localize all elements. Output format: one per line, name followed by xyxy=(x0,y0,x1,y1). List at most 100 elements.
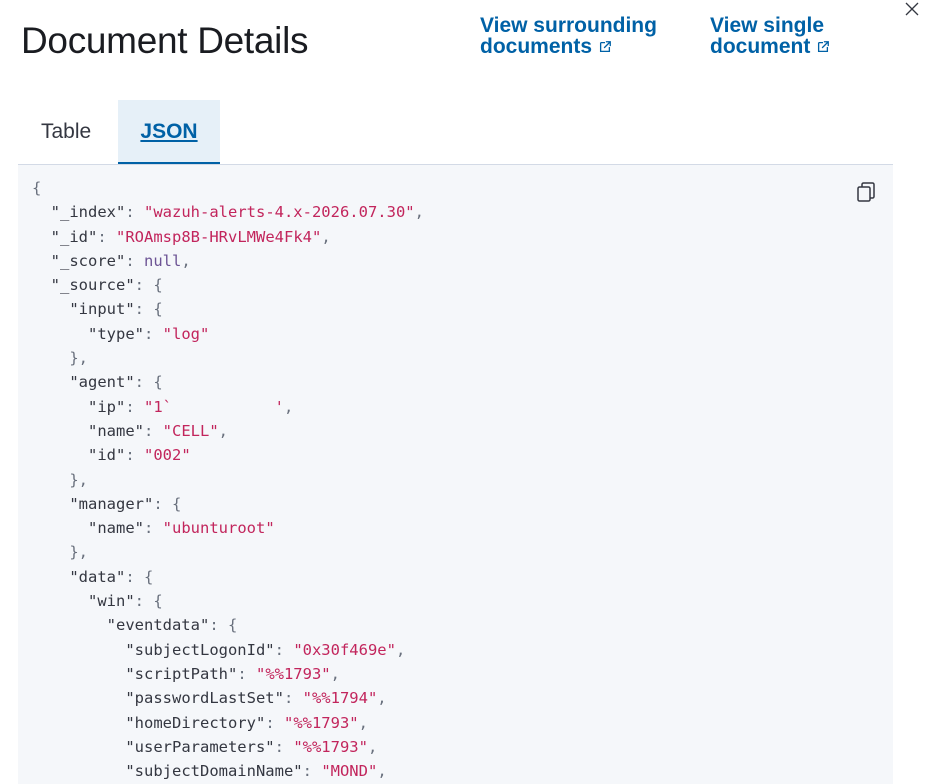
json-token-string: "MOND" xyxy=(321,762,378,781)
json-token-punct: }, xyxy=(69,470,88,489)
json-code-line: "manager": { xyxy=(32,492,424,516)
json-token-key: "win" xyxy=(88,592,135,611)
json-token-punct: : { xyxy=(134,373,163,392)
json-token-punct: , xyxy=(330,664,340,683)
json-code-line: }, xyxy=(32,468,424,492)
json-code-line: }, xyxy=(32,540,424,564)
json-token-punct: : xyxy=(125,203,144,222)
json-token-punct: : { xyxy=(153,494,182,513)
copy-icon[interactable] xyxy=(855,181,877,203)
json-token-punct: , xyxy=(377,689,387,708)
json-token-string: "%%1794" xyxy=(302,689,378,708)
link-label-line-2-text: document xyxy=(710,35,811,58)
json-token-string: "002" xyxy=(144,446,191,465)
json-token-key: "data" xyxy=(69,567,126,586)
link-label-line-2: document xyxy=(710,36,830,57)
tab-json[interactable]: JSON xyxy=(118,100,220,164)
tab-bar: Table JSON xyxy=(18,100,893,165)
json-code-panel[interactable]: { "_index": "wazuh-alerts-4.x-2026.07.30… xyxy=(18,165,893,784)
json-token-key: "agent" xyxy=(69,373,135,392)
json-token-punct: : xyxy=(125,397,144,416)
json-token-string: "%%1793" xyxy=(255,664,331,683)
json-token-string: "%%1793" xyxy=(293,737,368,756)
json-token-key: "_id" xyxy=(50,227,98,246)
json-code-line: "agent": { xyxy=(32,370,424,394)
json-code-line: "type": "log" xyxy=(32,322,424,346)
json-token-key: "id" xyxy=(88,446,126,465)
link-label-line-2-text: documents xyxy=(480,35,593,58)
json-token-punct: , xyxy=(414,203,424,222)
external-link-icon xyxy=(818,41,830,53)
json-code-line: "win": { xyxy=(32,589,424,613)
json-token-key: "subjectDomainName" xyxy=(125,762,303,781)
json-token-punct: , xyxy=(181,251,191,270)
json-token-key: "ip" xyxy=(88,397,126,416)
json-code-line: "input": { xyxy=(32,297,424,321)
json-code-line: "userParameters": "%%1793", xyxy=(32,735,424,759)
json-token-key: "name" xyxy=(88,519,144,538)
json-token-key: "name" xyxy=(88,421,144,440)
json-token-key: "manager" xyxy=(69,494,154,513)
json-token-punct: , xyxy=(377,762,387,781)
json-token-key: "type" xyxy=(88,324,144,343)
json-token-key: "_source" xyxy=(50,276,135,295)
json-code-line: "homeDirectory": "%%1793", xyxy=(32,711,424,735)
tab-table[interactable]: Table xyxy=(41,100,91,164)
json-token-key: "subjectLogonId" xyxy=(125,640,275,659)
json-token-punct: , xyxy=(395,640,406,659)
json-token-punct: : { xyxy=(209,616,238,635)
json-token-punct: : xyxy=(274,640,294,659)
json-code-line: "data": { xyxy=(32,565,424,589)
link-label-line-1: View surrounding xyxy=(480,14,657,37)
json-token-punct: : xyxy=(237,664,256,683)
json-code-line: "subjectLogonId": "0x30f469e", xyxy=(32,638,424,662)
json-token-punct: : { xyxy=(134,276,163,295)
json-token-punct: , xyxy=(367,737,378,756)
json-token-punct: : xyxy=(302,762,322,781)
json-token-string: "log" xyxy=(162,324,210,343)
json-token-punct: : xyxy=(144,421,163,440)
json-token-punct: , xyxy=(218,421,229,440)
json-token-key: "eventdata" xyxy=(106,616,210,635)
json-code-line: "subjectDomainName": "MOND", xyxy=(32,759,424,783)
document-details-flyout: Document Details View surrounding docume… xyxy=(0,0,925,784)
view-surrounding-documents-link[interactable]: View surrounding documents xyxy=(480,15,657,57)
json-token-punct: : xyxy=(144,324,163,343)
json-token-key: "input" xyxy=(69,300,135,319)
json-code-line: "scriptPath": "%%1793", xyxy=(32,662,424,686)
json-code-line: "ip": "1` ', xyxy=(32,395,424,419)
view-single-document-link[interactable]: View single document xyxy=(710,15,830,57)
json-token-key: "passwordLastSet" xyxy=(125,689,284,708)
json-token-punct: : { xyxy=(125,567,154,586)
external-link-icon xyxy=(599,41,611,53)
json-code-line: { xyxy=(32,176,424,200)
close-icon[interactable] xyxy=(903,0,921,18)
json-token-string: "ROAmsp8B-HRvLMWe4Fk4" xyxy=(116,227,322,246)
json-code-line: "_id": "ROAmsp8B-HRvLMWe4Fk4", xyxy=(32,225,424,249)
json-token-punct: }, xyxy=(69,543,88,562)
json-token-punct: : xyxy=(265,713,284,732)
json-token-key: "homeDirectory" xyxy=(125,713,266,732)
json-code-block: { "_index": "wazuh-alerts-4.x-2026.07.30… xyxy=(32,176,424,783)
json-code-line: "eventdata": { xyxy=(32,613,424,637)
json-code-line: "_score": null, xyxy=(32,249,424,273)
link-label-line-1: View single xyxy=(710,14,824,37)
json-token-punct: : xyxy=(144,519,163,538)
